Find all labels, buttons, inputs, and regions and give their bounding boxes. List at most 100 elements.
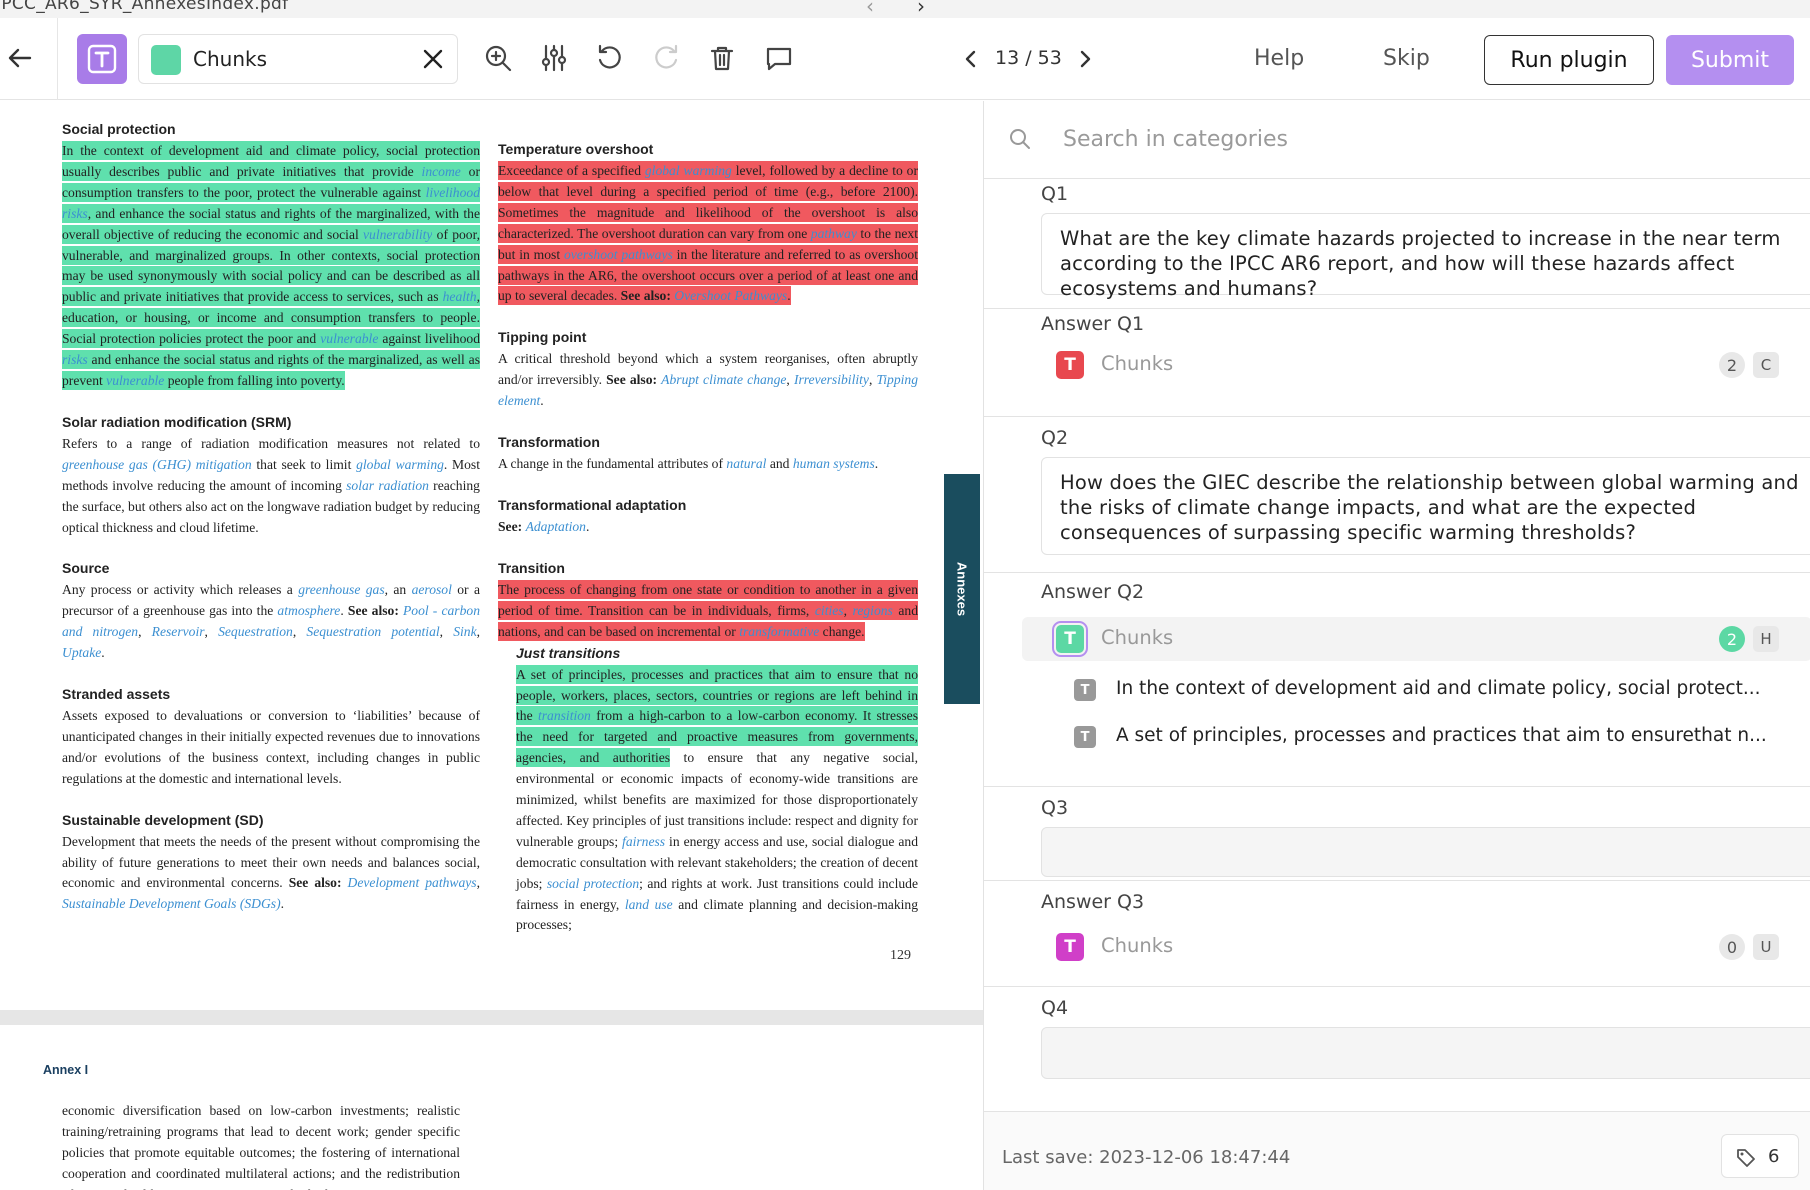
annexes-side-tab[interactable]: Annexes: [944, 474, 980, 704]
comment-icon[interactable]: [761, 40, 797, 76]
text-span: ,: [204, 624, 219, 640]
highlighted-text: people from falling into poverty.: [164, 370, 345, 390]
redo-icon[interactable]: [648, 40, 684, 76]
chevron-right-icon[interactable]: [1072, 46, 1098, 72]
glossary-entry-definition: Development that meets the needs of the …: [62, 832, 480, 916]
answer-q3-label: Answer Q3: [1041, 891, 1145, 913]
text-span: .: [540, 393, 544, 409]
glossary-link[interactable]: Development pathways: [348, 875, 477, 890]
text-span: that seek to limit: [251, 456, 357, 472]
glossary-link[interactable]: global warming: [644, 161, 732, 180]
glossary-link[interactable]: Sequestration: [218, 624, 293, 639]
answer-q2-item[interactable]: T A set of principles, processes and pra…: [1074, 720, 1804, 756]
tag-count: 6: [1768, 1146, 1780, 1167]
glossary-link[interactable]: Sink: [453, 624, 476, 639]
glossary-link[interactable]: greenhouse gas (GHG) mitigation: [62, 457, 252, 472]
glossary-link[interactable]: Reservoir: [152, 624, 205, 639]
glossary-link[interactable]: Irreversibility: [794, 372, 869, 387]
trash-icon[interactable]: [704, 40, 740, 76]
close-icon[interactable]: [419, 45, 447, 73]
glossary-link[interactable]: natural: [726, 456, 766, 471]
answer-q2-item[interactable]: T In the context of development aid and …: [1074, 673, 1804, 709]
glossary-entry-heading: Transformational adaptation: [498, 496, 687, 513]
text-span: Assets exposed to devaluations or conver…: [62, 708, 480, 786]
glossary-link[interactable]: solar radiation: [346, 478, 429, 493]
label-selector[interactable]: Chunks: [138, 34, 458, 84]
side-tab-label: Annexes: [954, 561, 970, 617]
q4-textarea[interactable]: [1041, 1027, 1810, 1079]
glossary-link[interactable]: atmosphere: [277, 603, 340, 618]
undo-icon[interactable]: [592, 40, 628, 76]
help-link[interactable]: Help: [1254, 46, 1304, 71]
run-plugin-button[interactable]: Run plugin: [1484, 35, 1654, 85]
submit-button[interactable]: Submit: [1666, 35, 1794, 85]
file-tab-bar: IPCC_AR6_SYR_AnnexesIndex.pdf ‹ ›: [0, 0, 1810, 18]
glossary-link[interactable]: vulnerable: [106, 370, 165, 390]
text-span: Any process or activity which releases a: [62, 582, 299, 598]
pdf-next-page: Annex I economic diversification based o…: [0, 1025, 983, 1190]
glossary-link[interactable]: vulnerable: [320, 329, 379, 349]
text-span: , an: [384, 582, 412, 598]
text-chunk-icon: T: [1074, 679, 1096, 701]
next-page-text: economic diversification based on low-ca…: [62, 1103, 460, 1190]
document-viewer[interactable]: Social protection In the context of devel…: [0, 101, 983, 1190]
chevron-left-icon[interactable]: [958, 46, 984, 72]
glossary-entry-heading: Social protection: [62, 121, 176, 137]
glossary-link[interactable]: aerosol: [412, 582, 452, 597]
q1-textarea[interactable]: What are the key climate hazards project…: [1041, 213, 1810, 300]
glossary-entry-heading: Source: [62, 560, 110, 577]
glossary-entry-definition: Any process or activity which releases a…: [62, 580, 480, 664]
text-span: ,: [439, 624, 454, 640]
q2-textarea[interactable]: How does the GIEC describe the relations…: [1041, 457, 1810, 555]
glossary-link[interactable]: health: [442, 287, 477, 307]
template-icon[interactable]: [77, 34, 127, 84]
glossary-link[interactable]: vulnerability: [362, 224, 433, 244]
adjustments-icon[interactable]: [536, 40, 572, 76]
tag-icon: [1736, 1147, 1756, 1167]
glossary-link[interactable]: Uptake: [62, 645, 101, 660]
history-forward-icon[interactable]: ›: [917, 0, 925, 18]
glossary-link[interactable]: global warming: [356, 457, 444, 472]
answer-q1-chip-row[interactable]: T Chunks 2 C: [1022, 343, 1810, 387]
glossary-entry-definition: Exceedance of a specified global warming…: [498, 161, 918, 307]
text-span: .: [280, 896, 285, 912]
glossary-link[interactable]: transformative: [739, 621, 820, 641]
pdf-page: Social protection In the context of devel…: [0, 101, 983, 1010]
back-arrow-icon[interactable]: [4, 42, 36, 74]
glossary-link[interactable]: Sequestration potential: [306, 624, 439, 639]
glossary-link[interactable]: pathway: [810, 223, 857, 243]
annex-header: Annex I: [43, 1063, 89, 1077]
glossary-link[interactable]: cities: [814, 600, 844, 620]
history-back-icon[interactable]: ‹: [866, 0, 874, 18]
glossary-link[interactable]: human systems: [793, 456, 875, 471]
skip-link[interactable]: Skip: [1383, 46, 1430, 71]
tag-counter[interactable]: 6: [1721, 1134, 1799, 1178]
text-label-icon: T: [1056, 351, 1084, 379]
glossary-link[interactable]: social protection: [547, 876, 639, 891]
glossary-link[interactable]: overshoot pathways: [563, 244, 673, 264]
glossary-link[interactable]: Adaptation: [526, 519, 586, 534]
glossary-link[interactable]: land use: [625, 897, 673, 912]
page-indicator: 13 / 53: [995, 47, 1062, 69]
q3-textarea[interactable]: [1041, 827, 1810, 877]
answer-q3-chip-row[interactable]: T Chunks 0 U: [1022, 925, 1810, 969]
answer-q2-label: Answer Q2: [1041, 581, 1145, 603]
glossary-link[interactable]: Sustainable Development Goals (SDGs): [62, 896, 281, 911]
toolbar: Chunks 13 / 53 Help Skip Run plugin Subm…: [0, 18, 1810, 100]
glossary-link[interactable]: Overshoot Pathways: [674, 286, 788, 306]
text-span: ,: [476, 624, 481, 640]
glossary-link[interactable]: Abrupt climate change: [661, 372, 786, 387]
glossary-link[interactable]: regions: [852, 600, 893, 620]
search-input[interactable]: [1063, 119, 1763, 159]
glossary-entry-definition: Refers to a range of radiation modificat…: [62, 434, 480, 539]
text-span: A change in the fundamental attributes o…: [498, 456, 727, 472]
glossary-link[interactable]: fairness: [622, 834, 665, 849]
q4-label: Q4: [1041, 997, 1069, 1019]
glossary-link[interactable]: greenhouse gas: [298, 582, 384, 597]
answer-q2-chip-row[interactable]: T Chunks 2 H: [1022, 617, 1810, 661]
zoom-in-icon[interactable]: [480, 40, 516, 76]
category-search: [984, 101, 1810, 179]
glossary-link[interactable]: risks: [62, 350, 88, 370]
glossary-link[interactable]: transition: [537, 706, 591, 726]
glossary-link[interactable]: income: [421, 161, 461, 181]
